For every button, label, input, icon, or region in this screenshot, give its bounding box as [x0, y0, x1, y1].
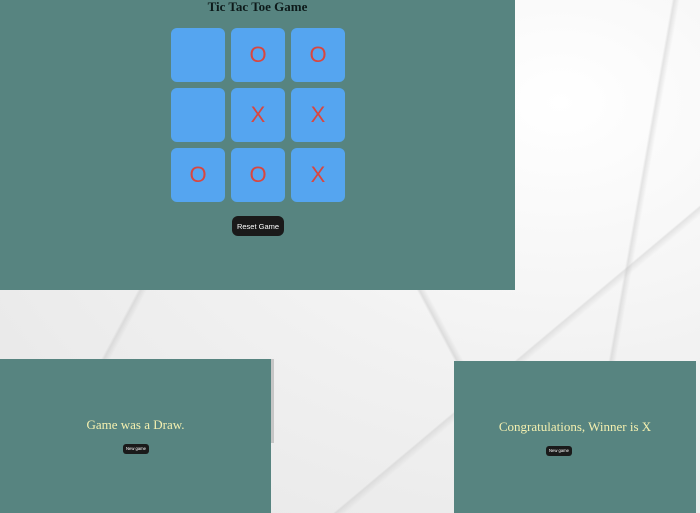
draw-result-panel: Game was a Draw. New game: [0, 359, 271, 513]
board-cell-6[interactable]: X: [291, 88, 345, 142]
game-board: O O X X O O X: [171, 28, 345, 202]
board-cell-9[interactable]: X: [291, 148, 345, 202]
reset-game-button[interactable]: Reset Game: [232, 216, 284, 236]
draw-message: Game was a Draw.: [86, 417, 185, 432]
board-cell-7[interactable]: O: [171, 148, 225, 202]
board-cell-2[interactable]: O: [231, 28, 285, 82]
board-cell-8[interactable]: O: [231, 148, 285, 202]
board-cell-5[interactable]: X: [231, 88, 285, 142]
scrollbar[interactable]: [271, 359, 274, 443]
board-cell-3[interactable]: O: [291, 28, 345, 82]
game-panel: Tic Tac Toe Game O O X X O O X Reset Gam…: [0, 0, 515, 290]
board-cell-1[interactable]: [171, 28, 225, 82]
new-game-button[interactable]: New game: [123, 444, 149, 454]
board-cell-4[interactable]: [171, 88, 225, 142]
winner-result-panel: Congratulations, Winner is X New game: [454, 361, 696, 513]
game-title: Tic Tac Toe Game: [207, 0, 308, 14]
winner-message: Congratulations, Winner is X: [498, 419, 652, 434]
new-game-button[interactable]: New game: [546, 446, 572, 456]
